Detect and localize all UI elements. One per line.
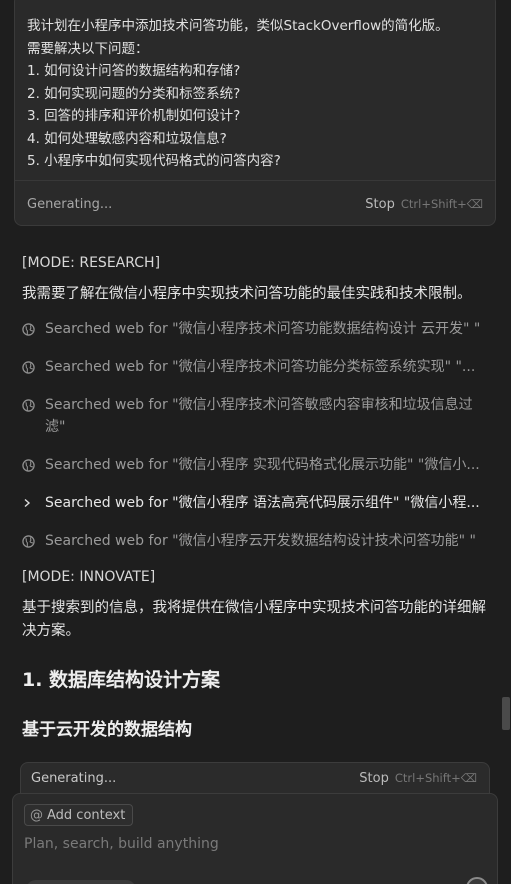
user-message-card[interactable]: 我计划在小程序中添加技术问答功能，类似StackOverflow的简化版。 需要…	[14, 0, 496, 226]
search-result-item[interactable]: Searched web for "微信小程序技术问答功能数据结构设计 云开发"…	[22, 318, 490, 340]
chevron-right-icon[interactable]	[22, 492, 36, 514]
chat-panel: 我计划在小程序中添加技术问答功能，类似StackOverflow的简化版。 需要…	[0, 0, 511, 884]
add-context-label: Add context	[47, 807, 126, 823]
stop-label: Stop	[359, 770, 389, 786]
research-intro: 我需要了解在微信小程序中实现技术问答功能的最佳实践和技术限制。	[22, 286, 472, 302]
stop-button[interactable]: Stop Ctrl+Shift+⌫	[359, 771, 477, 786]
innovate-intro: 基于搜索到的信息，我将提供在微信小程序中实现技术问答功能的详细解决方案。	[22, 600, 486, 639]
card-divider	[15, 180, 495, 181]
user-message-text: 我计划在小程序中添加技术问答功能，类似StackOverflow的简化版。 需要…	[27, 18, 449, 169]
globe-icon	[22, 318, 36, 340]
stop-shortcut: Ctrl+Shift+⌫	[400, 197, 483, 211]
stop-button[interactable]: Stop Ctrl+Shift+⌫	[365, 197, 483, 212]
composer-input[interactable]	[24, 836, 484, 852]
search-result-item-expandable[interactable]: Searched web for "微信小程序 语法高亮代码展示组件" "微信小…	[22, 492, 490, 514]
generating-label: Generating...	[27, 196, 113, 212]
globe-icon	[22, 394, 36, 416]
search-result-text: Searched web for "微信小程序技术问答敏感内容审核和垃圾信息过滤…	[45, 397, 473, 435]
add-context-button[interactable]: @ Add context	[24, 804, 134, 826]
subsection-heading: 基于云开发的数据结构	[22, 720, 192, 740]
globe-icon	[22, 454, 36, 476]
search-result-item[interactable]: Searched web for "微信小程序技术问答功能分类标签系统实现" "…	[22, 356, 490, 378]
search-results-list: Searched web for "微信小程序技术问答功能数据结构设计 云开发"…	[22, 318, 490, 552]
composer: @ Add context	[12, 793, 498, 884]
globe-icon	[22, 356, 36, 378]
section-heading: 1. 数据库结构设计方案	[22, 669, 221, 691]
search-result-item[interactable]: Searched web for "微信小程序 实现代码格式化展示功能" "微信…	[22, 454, 490, 476]
search-result-text: Searched web for "微信小程序 实现代码格式化展示功能" "微信…	[45, 457, 480, 473]
mode-innovate-label: [MODE: INNOVATE]	[22, 569, 156, 585]
mode-selector[interactable]	[26, 880, 136, 884]
stop-shortcut: Ctrl+Shift+⌫	[394, 771, 477, 785]
scrollbar-thumb[interactable]	[502, 697, 510, 730]
generating-bar: Generating... Stop Ctrl+Shift+⌫	[20, 762, 490, 794]
search-result-text: Searched web for "微信小程序 语法高亮代码展示组件" "微信小…	[45, 495, 480, 511]
generating-status-row: Generating... Stop Ctrl+Shift+⌫	[27, 193, 483, 215]
mode-research-label: [MODE: RESEARCH]	[22, 255, 161, 271]
stop-label: Stop	[365, 196, 395, 212]
globe-icon	[22, 530, 36, 552]
at-icon: @	[30, 807, 43, 823]
search-result-item[interactable]: Searched web for "微信小程序技术问答敏感内容审核和垃圾信息过滤…	[22, 394, 490, 438]
search-result-text: Searched web for "微信小程序技术问答功能数据结构设计 云开发"…	[45, 321, 481, 337]
search-result-item[interactable]: Searched web for "微信小程序云开发数据结构设计技术问答功能" …	[22, 530, 490, 552]
search-result-text: Searched web for "微信小程序云开发数据结构设计技术问答功能" …	[45, 533, 476, 549]
send-button[interactable]	[466, 877, 488, 884]
assistant-response: [MODE: RESEARCH] 我需要了解在微信小程序中实现技术问答功能的最佳…	[22, 252, 490, 742]
search-result-text: Searched web for "微信小程序技术问答功能分类标签系统实现" "…	[45, 359, 476, 375]
generating-label: Generating...	[31, 770, 117, 786]
